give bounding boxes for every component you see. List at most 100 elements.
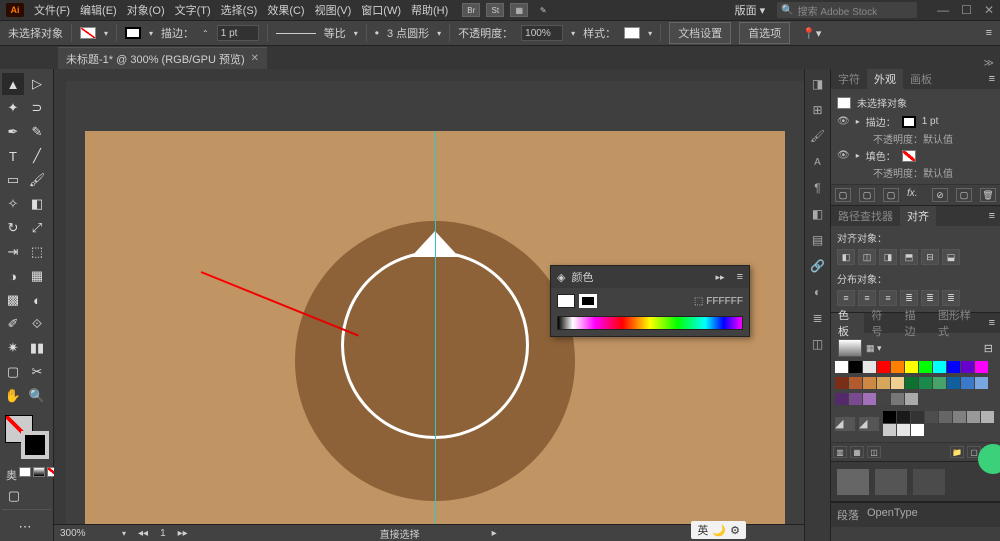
type-tool-icon[interactable]: T <box>2 145 24 167</box>
tab-character[interactable]: 字符 <box>831 69 867 89</box>
zoom-tool-icon[interactable]: 🔍 <box>26 385 48 407</box>
shape-builder-icon[interactable]: ◑ <box>2 265 24 287</box>
appearance-stroke-swatch[interactable] <box>902 116 916 128</box>
max-icon[interactable]: ☐ <box>961 3 972 17</box>
appearance-fill-swatch[interactable] <box>902 150 916 162</box>
eyedropper-tool-icon[interactable]: ✐ <box>2 313 24 335</box>
color-mode-icon[interactable] <box>19 467 31 477</box>
fill-dropdown[interactable]: ▾ <box>104 29 108 38</box>
menu-window[interactable]: 窗口(W) <box>361 2 401 18</box>
swatch-menu-btn[interactable]: ⊟ <box>984 342 993 355</box>
stock-icon[interactable]: St <box>486 3 504 17</box>
tab-artboards[interactable]: 画板 <box>903 69 939 89</box>
line-tool-icon[interactable]: ╱ <box>26 145 48 167</box>
screen-mode-icon[interactable]: ▢ <box>6 489 22 503</box>
swatch-libraries-icon[interactable]: ▥ <box>833 446 847 458</box>
guide-vertical[interactable] <box>435 131 436 531</box>
align-right-icon[interactable]: ◨ <box>879 249 897 265</box>
swatch-color[interactable] <box>835 377 848 389</box>
panel-menu-icon[interactable]: ≡ <box>984 210 1000 222</box>
transparency-icon[interactable]: ◫ <box>809 335 827 353</box>
menu-object[interactable]: 对象(O) <box>127 2 165 18</box>
artboard-nav-num[interactable]: 1 <box>160 528 166 539</box>
cloud-icon[interactable]: ✎ <box>534 3 552 17</box>
panel-menu-icon[interactable]: ≡ <box>984 73 1000 85</box>
tab-stroke[interactable]: 描边 <box>898 313 931 333</box>
tab-pathfinder[interactable]: 路径查找器 <box>831 206 900 226</box>
edit-toolbar-icon[interactable]: ⋯ <box>2 516 48 538</box>
symbol-sprayer-icon[interactable]: ✷ <box>2 337 24 359</box>
menu-select[interactable]: 选择(S) <box>221 2 258 18</box>
swatch-kind-icon[interactable]: ▦ <box>850 446 864 458</box>
chevron-right-icon[interactable]: ▸ <box>856 117 860 126</box>
artboard-nav-next-icon[interactable]: ▸▸ <box>178 528 188 539</box>
menu-file[interactable]: 文件(F) <box>34 2 70 18</box>
swatch-color[interactable] <box>891 377 904 389</box>
trash-icon[interactable]: 🗑 <box>980 188 996 202</box>
menu-effect[interactable]: 效果(C) <box>267 2 304 18</box>
align-left-icon[interactable]: ◧ <box>837 249 855 265</box>
add-fill-icon[interactable]: ▢ <box>883 188 899 202</box>
status-scroll-icon[interactable]: ▸ <box>492 528 497 539</box>
lasso-tool-icon[interactable]: ⊃ <box>26 97 48 119</box>
prefs-button[interactable]: 首选项 <box>739 22 790 44</box>
align-hcenter-icon[interactable]: ◫ <box>858 249 876 265</box>
document-tab[interactable]: 未标题-1* @ 300% (RGB/GPU 预览) ✕ <box>58 47 267 69</box>
new-group-icon[interactable]: 📁 <box>950 446 964 458</box>
tab-overflow-icon[interactable]: ≫ <box>984 58 994 69</box>
gradient-tool-icon[interactable]: ◐ <box>26 289 48 311</box>
links-icon[interactable]: 🔗 <box>809 257 827 275</box>
align-bottom-icon[interactable]: ⬓ <box>942 249 960 265</box>
dist-top-icon[interactable]: ≡ <box>837 290 855 306</box>
swatch-color[interactable] <box>863 361 876 373</box>
graph-tool-icon[interactable]: ▮▮ <box>26 337 48 359</box>
mesh-tool-icon[interactable]: ▩ <box>2 289 24 311</box>
zoom-display[interactable]: 300% <box>60 528 110 539</box>
stroke-swatch[interactable] <box>125 27 141 39</box>
dist-hcenter-icon[interactable]: ≣ <box>921 290 939 306</box>
tab-align[interactable]: 对齐 <box>900 206 936 226</box>
swatch-options-icon[interactable]: ◫ <box>867 446 881 458</box>
free-transform-icon[interactable]: ⬚ <box>26 241 48 263</box>
swatch-color[interactable] <box>883 411 896 423</box>
brushes-icon[interactable]: 🖌 <box>809 127 827 145</box>
swatch-color[interactable] <box>883 424 896 436</box>
appearance-fill-opacity[interactable]: 不透明度：默认值 <box>837 165 994 180</box>
character-icon[interactable]: A <box>809 153 827 171</box>
swatch-color[interactable] <box>933 377 946 389</box>
line-style[interactable] <box>276 33 316 34</box>
swatch-pattern-icon[interactable]: ◢ <box>835 417 855 431</box>
transform-icon[interactable]: ◧ <box>809 205 827 223</box>
menu-edit[interactable]: 编辑(E) <box>80 2 117 18</box>
brush-thumb[interactable] <box>837 469 869 495</box>
new-art-icon[interactable]: ▢ <box>835 188 851 202</box>
swatch-options-icon[interactable]: ▦ ▾ <box>866 343 882 354</box>
layers-icon[interactable]: ≣ <box>809 309 827 327</box>
color-stroke-swatch[interactable] <box>579 294 597 308</box>
menu-help[interactable]: 帮助(H) <box>411 2 448 18</box>
swatch-color[interactable] <box>911 424 924 436</box>
artboard-tool-icon[interactable]: ▢ <box>2 361 24 383</box>
appearance-stroke-val[interactable]: 1 pt <box>922 116 939 127</box>
panel-collapse-icon[interactable]: ▸▸ <box>716 272 725 283</box>
fill-stroke-indicator[interactable] <box>5 415 49 459</box>
perspective-tool-icon[interactable]: ▦ <box>26 265 48 287</box>
swatch-color[interactable] <box>897 411 910 423</box>
close-icon[interactable]: ✕ <box>984 3 994 17</box>
swatch-color[interactable] <box>961 377 974 389</box>
clear-icon[interactable]: ⊘ <box>932 188 948 202</box>
swatch-color[interactable] <box>975 377 988 389</box>
tab-symbols[interactable]: 符号 <box>864 313 897 333</box>
menu-view[interactable]: 视图(V) <box>315 2 352 18</box>
swatch-color[interactable] <box>849 393 862 405</box>
tab-graphic-styles[interactable]: 图形样式 <box>931 313 984 333</box>
magic-wand-icon[interactable]: ✦ <box>2 97 24 119</box>
color-panel-header[interactable]: ◈ 颜色 ▸▸ ≡ <box>551 266 749 288</box>
align-top-icon[interactable]: ⬒ <box>900 249 918 265</box>
stroke-weight[interactable]: ⌃ <box>202 29 209 38</box>
shaper-tool-icon[interactable]: ✧ <box>2 193 24 215</box>
tab-appearance[interactable]: 外观 <box>867 69 903 89</box>
fill-swatch[interactable] <box>80 27 96 39</box>
stroke-weight-input[interactable] <box>217 25 259 41</box>
swatch-color[interactable] <box>905 361 918 373</box>
